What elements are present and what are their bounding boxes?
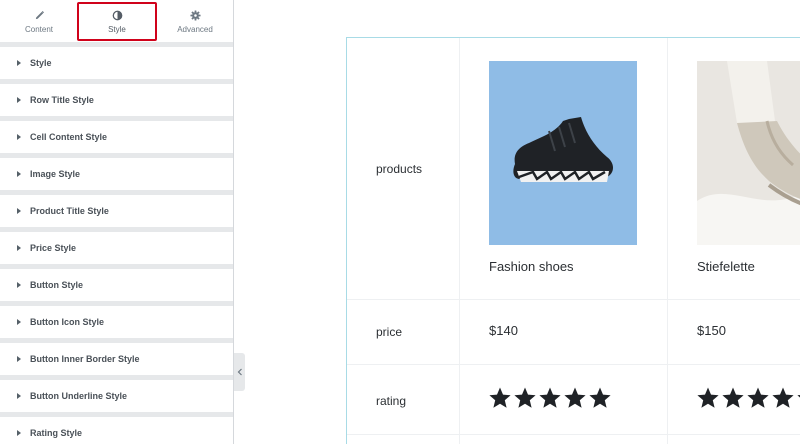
section-title: Product Title Style [30, 206, 109, 216]
editor-root: Content Style Advanced Style Row Title S… [0, 0, 800, 444]
product-price-2: $150 [697, 323, 726, 338]
star-icon [564, 387, 586, 408]
table-row-rating: rating [347, 365, 800, 435]
section-title: Button Inner Border Style [30, 354, 140, 364]
rating-stars-2 [696, 386, 800, 410]
tab-content-label: Content [24, 25, 54, 34]
pencil-icon [32, 8, 46, 22]
section-price-style[interactable]: Price Style [0, 232, 233, 264]
chevron-left-icon [237, 368, 242, 376]
product-image-2[interactable] [697, 61, 800, 245]
tab-style-label: Style [108, 25, 126, 34]
tab-content[interactable]: Content [0, 0, 78, 42]
gear-icon [188, 8, 202, 22]
section-style[interactable]: Style [0, 47, 233, 79]
section-title: Row Title Style [30, 95, 94, 105]
section-cell-content-style[interactable]: Cell Content Style [0, 121, 233, 153]
section-title: Rating Style [30, 428, 83, 438]
panel-tabs: Content Style Advanced [0, 0, 233, 42]
product-title-2: Stiefelette [697, 259, 755, 274]
preview-canvas: products Fashion shoes Stiefelette price… [245, 0, 800, 444]
product-price-1: $140 [489, 323, 518, 338]
tab-advanced[interactable]: Advanced [156, 0, 233, 42]
section-title: Cell Content Style [30, 132, 108, 142]
section-product-title-style[interactable]: Product Title Style [0, 195, 233, 227]
section-button-style[interactable]: Button Style [0, 269, 233, 301]
tab-style[interactable]: Style [78, 0, 156, 42]
star-icon [722, 387, 744, 408]
sneaker-image [489, 61, 637, 245]
section-button-inner-border-style[interactable]: Button Inner Border Style [0, 343, 233, 375]
star-icon [772, 387, 794, 408]
star-icon [589, 387, 611, 408]
caret-right-icon [17, 171, 21, 177]
star-icon [539, 387, 561, 408]
tab-advanced-label: Advanced [177, 25, 213, 34]
star-icon [697, 387, 719, 408]
caret-right-icon [17, 97, 21, 103]
caret-right-icon [17, 430, 21, 436]
caret-right-icon [17, 393, 21, 399]
section-image-style[interactable]: Image Style [0, 158, 233, 190]
boot-image [697, 61, 800, 245]
table-row-price: price $140 $150 [347, 300, 800, 365]
section-rating-style[interactable]: Rating Style [0, 417, 233, 444]
star-icon [514, 387, 536, 408]
caret-right-icon [17, 134, 21, 140]
section-row-title-style[interactable]: Row Title Style [0, 84, 233, 116]
panel-collapse-handle[interactable] [234, 353, 245, 391]
star-icon [747, 387, 769, 408]
caret-right-icon [17, 60, 21, 66]
row-label-products: products [376, 162, 423, 176]
star-icon [797, 395, 800, 398]
section-title: Price Style [30, 243, 77, 253]
table-row-products: products Fashion shoes Stiefelette [347, 38, 800, 300]
caret-right-icon [17, 208, 21, 214]
half-circle-icon [110, 8, 124, 22]
caret-right-icon [17, 282, 21, 288]
style-panel: Content Style Advanced Style Row Title S… [0, 0, 234, 444]
section-title: Button Style [30, 280, 83, 290]
section-title: Image Style [30, 169, 81, 179]
rating-stars-1 [488, 386, 612, 410]
product-title-1: Fashion shoes [489, 259, 574, 274]
row-label-price: price [376, 325, 403, 339]
star-icon [489, 387, 511, 408]
caret-right-icon [17, 356, 21, 362]
product-image-1[interactable] [489, 61, 637, 245]
row-label-rating: rating [376, 394, 407, 408]
section-title: Button Underline Style [30, 391, 128, 401]
section-title: Button Icon Style [30, 317, 104, 327]
comparison-table: products Fashion shoes Stiefelette price… [346, 37, 800, 444]
section-button-underline-style[interactable]: Button Underline Style [0, 380, 233, 412]
caret-right-icon [17, 319, 21, 325]
section-button-icon-style[interactable]: Button Icon Style [0, 306, 233, 338]
caret-right-icon [17, 245, 21, 251]
section-title: Style [30, 58, 52, 68]
section-list: Style Row Title Style Cell Content Style… [0, 47, 233, 444]
